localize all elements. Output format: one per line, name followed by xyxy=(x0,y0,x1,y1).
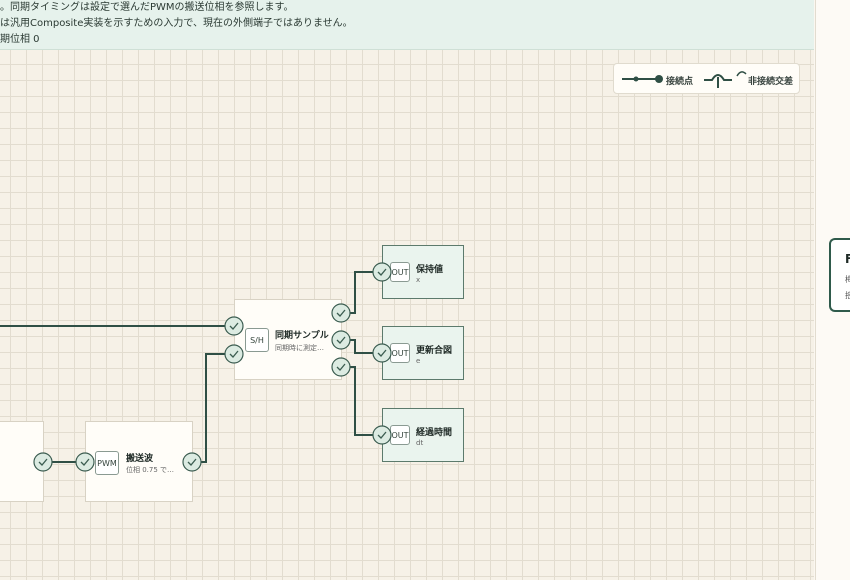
side-card-title: F xyxy=(845,252,850,266)
port-pwm-in[interactable] xyxy=(75,452,95,472)
side-card-line-1: 梅 xyxy=(845,275,850,284)
port-sh-out-1[interactable] xyxy=(331,303,351,323)
port-pwm-out[interactable] xyxy=(182,452,202,472)
legend-crossing-label: 非接続交差 xyxy=(748,77,794,87)
wire-sh-to-elapsed xyxy=(341,366,382,436)
port-sh-out-2[interactable] xyxy=(331,330,351,350)
port-left-out[interactable] xyxy=(33,452,53,472)
port-sh-in-1[interactable] xyxy=(224,316,244,336)
legend-junction-icon xyxy=(622,75,663,83)
side-card[interactable]: F 梅 揺 xyxy=(829,238,850,312)
port-sh-in-2[interactable] xyxy=(224,344,244,364)
side-card-line-2: 揺 xyxy=(845,291,850,300)
legend-crossing-icon xyxy=(704,71,747,88)
port-hold-in[interactable] xyxy=(372,262,392,282)
wire-pwm-to-sh xyxy=(192,353,234,463)
legend-connected-label: 接続点 xyxy=(666,77,694,87)
legend: 接続点 非接続交差 xyxy=(613,63,800,94)
port-elapsed-in[interactable] xyxy=(372,425,392,445)
port-update-in[interactable] xyxy=(372,343,392,363)
port-sh-out-3[interactable] xyxy=(331,357,351,377)
